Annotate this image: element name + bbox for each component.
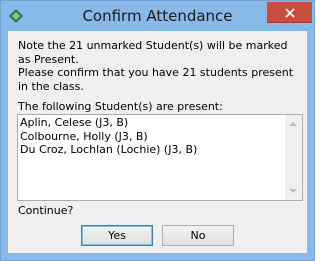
message-line-1: Note the 21 unmarked Student(s) will be … <box>18 39 288 66</box>
vertical-scrollbar[interactable] <box>284 115 302 200</box>
message-line-2: Please confirm that you have 21 students… <box>18 66 294 93</box>
confirm-attendance-dialog: Confirm Attendance Note the 21 unmarked … <box>0 0 315 261</box>
dialog-body: Note the 21 unmarked Student(s) will be … <box>8 31 307 253</box>
list-item[interactable]: Colbourne, Holly (J3, B) <box>20 130 282 144</box>
student-list-items: Aplin, Celese (J3, B) Colbourne, Holly (… <box>20 116 282 157</box>
continue-prompt: Continue? <box>18 204 74 217</box>
student-list-label: The following Student(s) are present: <box>18 100 223 113</box>
no-button[interactable]: No <box>162 225 234 246</box>
scroll-down-arrow-icon[interactable] <box>289 189 297 193</box>
message-text: Note the 21 unmarked Student(s) will be … <box>18 39 303 93</box>
yes-button[interactable]: Yes <box>81 225 153 246</box>
student-listbox[interactable]: Aplin, Celese (J3, B) Colbourne, Holly (… <box>17 114 303 201</box>
list-item[interactable]: Du Croz, Lochlan (Lochie) (J3, B) <box>20 143 282 157</box>
close-icon <box>284 3 295 22</box>
title-bar[interactable]: Confirm Attendance <box>1 1 314 31</box>
close-button[interactable] <box>267 2 312 23</box>
list-item[interactable]: Aplin, Celese (J3, B) <box>20 116 282 130</box>
scroll-up-arrow-icon[interactable] <box>289 122 297 126</box>
